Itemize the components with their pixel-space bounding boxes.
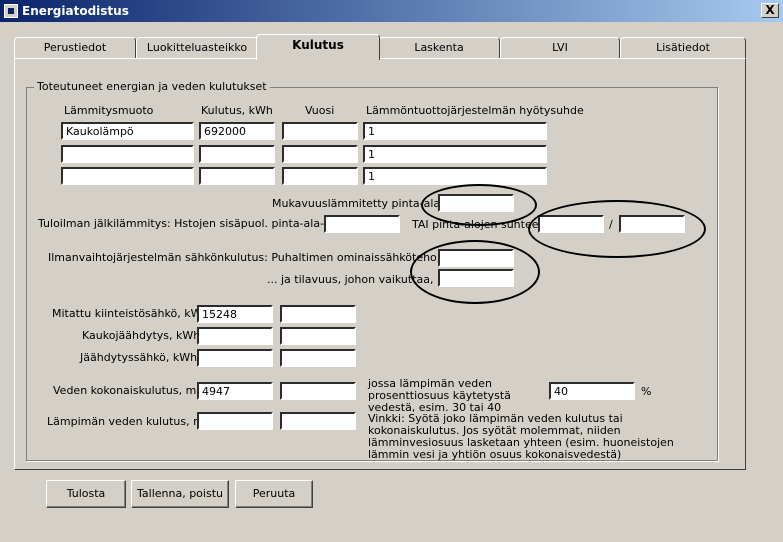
lampiman-label: Lämpimän veden kulutus, m3 bbox=[47, 415, 211, 428]
row3-lammitysmuoto-input[interactable] bbox=[61, 167, 194, 185]
window-title: Energiatodistus bbox=[22, 4, 129, 18]
row2-kulutus-input[interactable] bbox=[199, 145, 275, 163]
row1-lammitysmuoto-input[interactable]: Kaukolämpö bbox=[61, 122, 194, 140]
slash-label: / bbox=[609, 218, 613, 231]
veden-kok-label: Veden kokonaiskulutus, m3 bbox=[53, 384, 204, 397]
row1-hyotysuhde-input[interactable]: 1 bbox=[363, 122, 547, 140]
kiinteisto-input-1[interactable]: 15248 bbox=[197, 305, 273, 323]
row2-hyotysuhde-input[interactable]: 1 bbox=[363, 145, 547, 163]
mukavuus-label: Mukavuuslämmitetty pinta-ala, m2 bbox=[272, 197, 465, 210]
tuloilma-input[interactable] bbox=[324, 215, 400, 233]
suhde-b-input[interactable] bbox=[619, 215, 685, 233]
kiinteisto-input-2[interactable] bbox=[280, 305, 356, 323]
tab-laskenta[interactable]: Laskenta bbox=[378, 37, 500, 59]
suhde-a-input[interactable] bbox=[538, 215, 604, 233]
tab-perustiedot[interactable]: Perustiedot bbox=[14, 37, 136, 59]
close-button[interactable]: X bbox=[761, 3, 779, 18]
peruuta-button[interactable]: Peruuta bbox=[235, 480, 313, 508]
kaukojaahdytys-input-1[interactable] bbox=[197, 327, 273, 345]
veden-kok-input-1[interactable]: 4947 bbox=[197, 382, 273, 400]
osuus-label: jossa lämpimän veden prosenttiosuus käyt… bbox=[368, 377, 511, 414]
ilmanvaihto-label: Ilmanvaihtojärjestelmän sähkönkulutus: P… bbox=[48, 251, 501, 264]
header-lammitysmuoto: Lämmitysmuoto bbox=[64, 104, 154, 117]
tulosta-button[interactable]: Tulosta bbox=[46, 480, 126, 508]
vinkki-text: Vinkki: Syötä joko lämpimän veden kulutu… bbox=[368, 412, 674, 461]
row1-vuosi-input[interactable] bbox=[282, 122, 358, 140]
mukavuus-input[interactable] bbox=[438, 194, 514, 212]
row3-kulutus-input[interactable] bbox=[199, 167, 275, 185]
tallenna-poistu-button[interactable]: Tallenna, poistu bbox=[131, 480, 229, 508]
percent-label: % bbox=[641, 385, 652, 398]
jaahdytyssahko-label: Jäähdytyssähkö, kWh bbox=[80, 351, 198, 364]
kaukojaahdytys-input-2[interactable] bbox=[280, 327, 356, 345]
lampiman-input-2[interactable] bbox=[280, 412, 356, 430]
tab-lvi[interactable]: LVI bbox=[500, 37, 620, 59]
kiinteisto-label: Mitattu kiinteistösähkö, kWh bbox=[52, 307, 209, 320]
row3-hyotysuhde-input[interactable]: 1 bbox=[363, 167, 547, 185]
tai-label: TAI pinta-alojen suhteena bbox=[412, 218, 553, 231]
tab-kulutus[interactable]: Kulutus bbox=[256, 34, 380, 60]
header-vuosi: Vuosi bbox=[305, 104, 335, 117]
lampiman-input-1[interactable] bbox=[197, 412, 273, 430]
row3-vuosi-input[interactable] bbox=[282, 167, 358, 185]
header-hyotysuhde: Lämmöntuottojärjestelmän hyötysuhde bbox=[366, 104, 584, 117]
osuus-input[interactable]: 40 bbox=[549, 382, 635, 400]
row2-vuosi-input[interactable] bbox=[282, 145, 358, 163]
jaahdytyssahko-input-2[interactable] bbox=[280, 349, 356, 367]
group-title: Toteutuneet energian ja veden kulutukset bbox=[34, 80, 270, 93]
ominaissahkoteho-input[interactable] bbox=[438, 249, 514, 267]
app-icon bbox=[4, 4, 18, 18]
title-bar: Energiatodistus X bbox=[0, 0, 783, 22]
jaahdytyssahko-input-1[interactable] bbox=[197, 349, 273, 367]
veden-kok-input-2[interactable] bbox=[280, 382, 356, 400]
header-kulutus: Kulutus, kWh bbox=[201, 104, 273, 117]
tilavuus-input[interactable] bbox=[438, 269, 514, 287]
kaukojaahdytys-label: Kaukojäähdytys, kWh bbox=[82, 329, 201, 342]
tilavuus-label: ... ja tilavuus, johon vaikuttaa, m3 bbox=[267, 273, 455, 286]
row1-kulutus-input[interactable]: 692000 bbox=[199, 122, 275, 140]
tab-lisatiedot[interactable]: Lisätiedot bbox=[620, 37, 746, 59]
tab-luokitteluasteikko[interactable]: Luokitteluasteikko bbox=[136, 37, 258, 59]
row2-lammitysmuoto-input[interactable] bbox=[61, 145, 194, 163]
